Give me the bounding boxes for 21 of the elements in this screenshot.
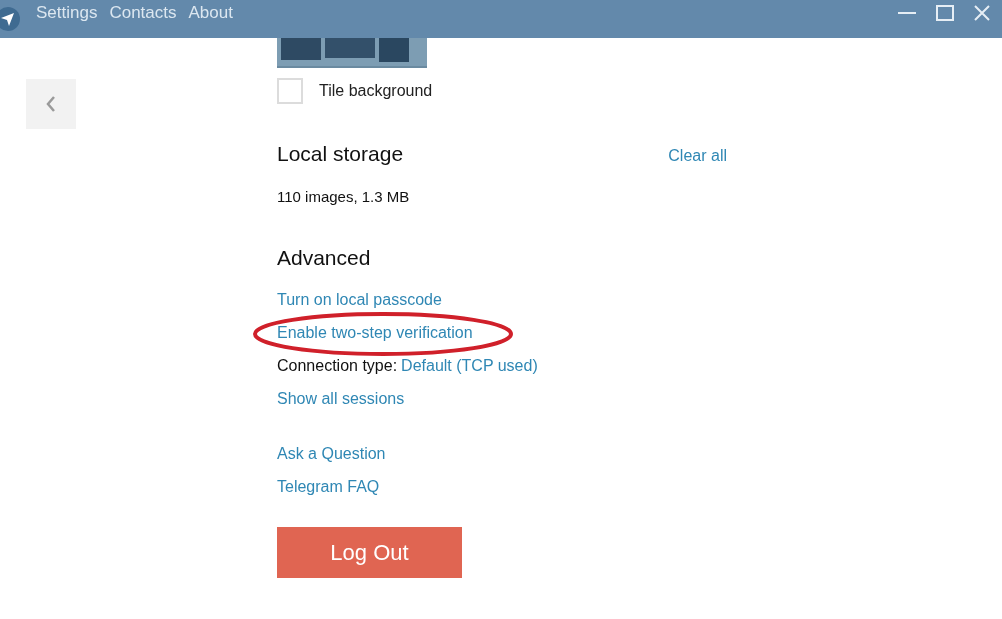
checkbox[interactable] <box>277 78 303 104</box>
chevron-left-icon <box>46 95 56 113</box>
settings-link[interactable]: Show all sessions <box>277 387 405 411</box>
maximize-icon[interactable] <box>936 5 954 21</box>
minimize-icon[interactable] <box>898 11 916 15</box>
help-link[interactable]: Telegram FAQ <box>277 474 727 496</box>
setting-value-link[interactable]: Default (TCP used) <box>401 354 538 378</box>
close-icon[interactable] <box>974 5 990 21</box>
section-heading: Local storage <box>277 141 404 167</box>
log-out-button[interactable]: Log Out <box>277 526 462 578</box>
settings-link[interactable]: Turn on local passcode <box>277 288 442 312</box>
checkbox-label: Tile background <box>319 81 433 101</box>
clear-all-link[interactable]: Clear all <box>668 144 727 168</box>
paper-plane-icon[interactable] <box>0 7 20 31</box>
storage-summary: 110 images, 1.3 MB <box>277 186 411 207</box>
menu-item[interactable]: About <box>188 0 233 38</box>
help-link[interactable]: Ask a Question <box>277 441 727 463</box>
setting-label: Connection type: <box>277 356 398 376</box>
section-heading: Advanced <box>277 245 372 271</box>
menu-item[interactable]: Contacts <box>109 0 177 38</box>
menu-item[interactable]: Settings <box>36 0 98 38</box>
